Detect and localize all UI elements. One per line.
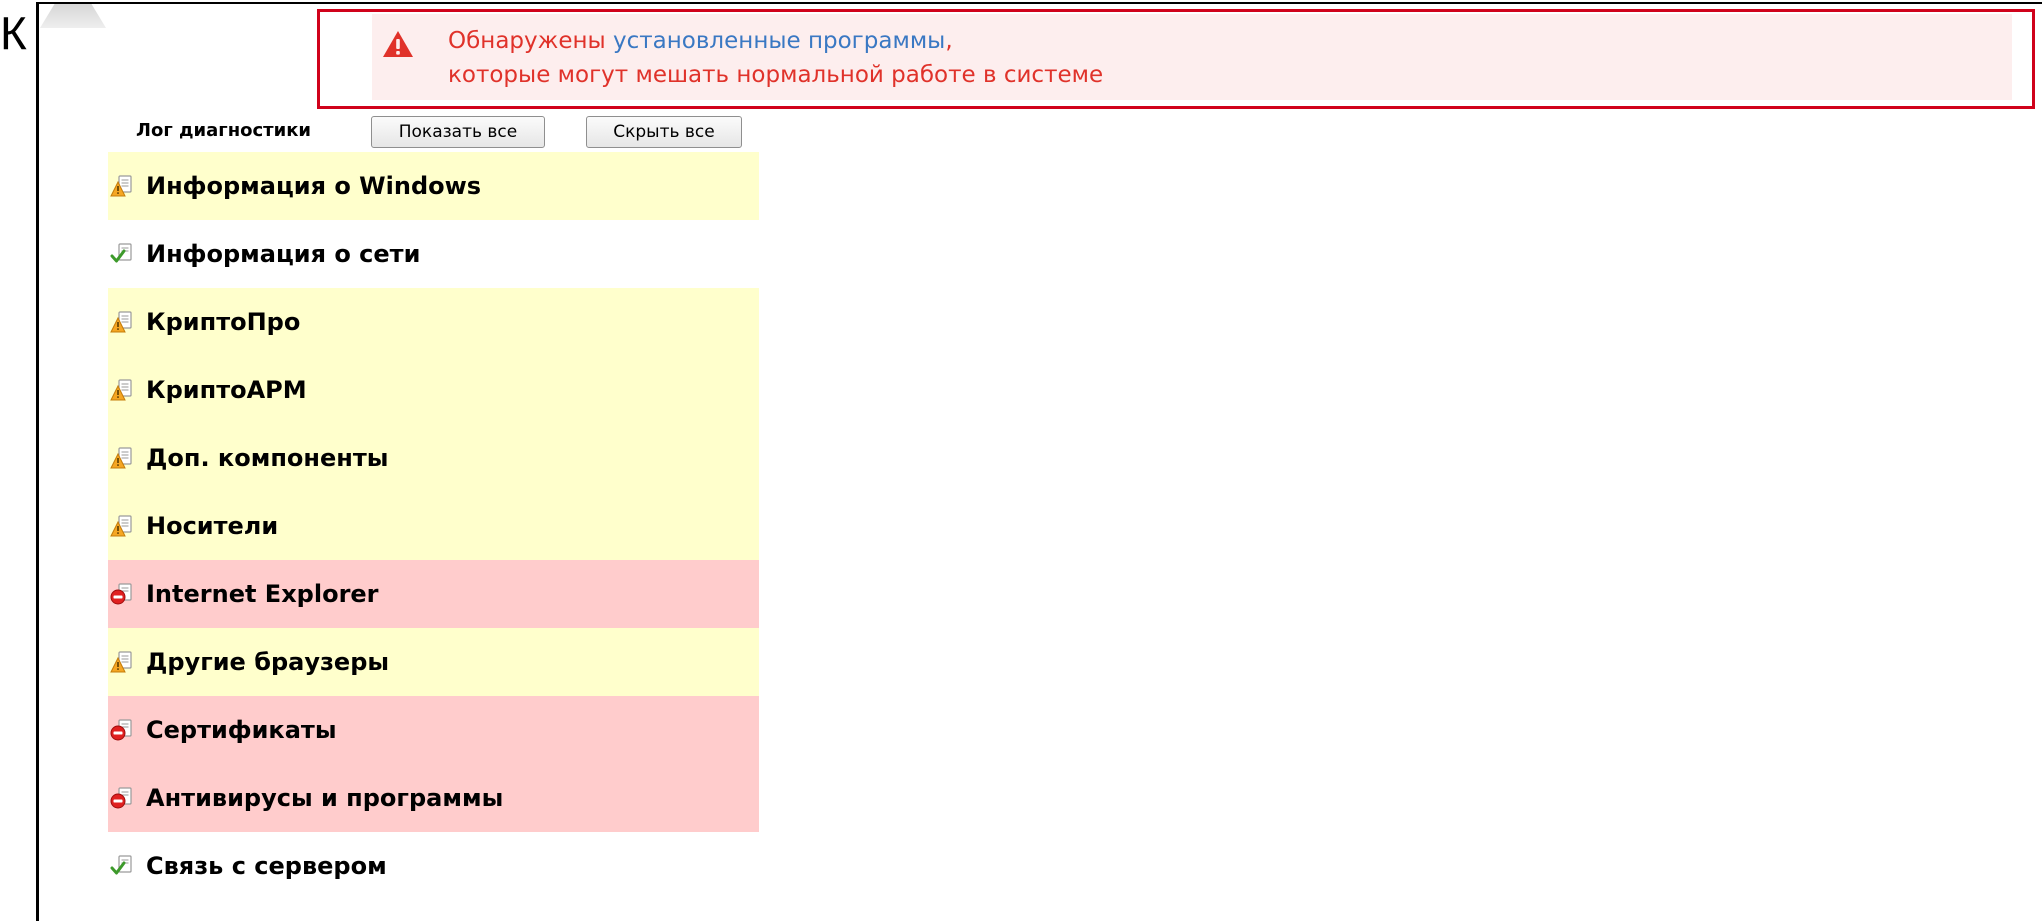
alert-suffix: , bbox=[945, 28, 953, 54]
section-label: Носители bbox=[146, 512, 279, 540]
error-document-icon bbox=[110, 582, 134, 606]
diagnostic-section-row[interactable]: КриптоАРМ bbox=[108, 356, 759, 424]
warning-document-icon bbox=[110, 650, 134, 674]
check-document-icon bbox=[110, 242, 134, 266]
diagnostic-section-row[interactable]: Информация о сети bbox=[108, 220, 759, 288]
diagnostic-section-row[interactable]: Антивирусы и программы bbox=[108, 764, 759, 832]
alert-message-line-1: Обнаружены установленные программы, bbox=[448, 28, 953, 54]
diagnostic-section-row[interactable]: Носители bbox=[108, 492, 759, 560]
diagnostic-section-row[interactable]: Сертификаты bbox=[108, 696, 759, 764]
error-document-icon bbox=[110, 786, 134, 810]
diagnostic-log-label: Лог диагностики bbox=[136, 120, 312, 141]
alert-prefix: Обнаружены bbox=[448, 28, 614, 54]
diagnostic-section-row[interactable]: Доп. компоненты bbox=[108, 424, 759, 492]
warning-document-icon bbox=[110, 310, 134, 334]
warning-document-icon bbox=[110, 174, 134, 198]
error-document-icon bbox=[110, 718, 134, 742]
section-label: КриптоПро bbox=[146, 308, 301, 336]
installed-programs-link[interactable]: установленные программы bbox=[613, 28, 945, 54]
check-document-icon bbox=[110, 854, 134, 878]
diagnostic-section-row[interactable]: Другие браузеры bbox=[108, 628, 759, 696]
frame-left-border bbox=[36, 2, 39, 921]
diagnostic-section-row[interactable]: Связь с сервером bbox=[108, 832, 759, 900]
section-label: Другие браузеры bbox=[146, 648, 390, 676]
section-label: Сертификаты bbox=[146, 716, 337, 744]
corner-tab bbox=[40, 4, 106, 28]
show-all-button[interactable]: Показать все bbox=[371, 116, 545, 148]
warning-document-icon bbox=[110, 378, 134, 402]
warning-document-icon bbox=[110, 446, 134, 470]
section-label: Internet Explorer bbox=[146, 580, 379, 608]
section-label: Доп. компоненты bbox=[146, 444, 389, 472]
section-label: Антивирусы и программы bbox=[146, 784, 504, 812]
warning-document-icon bbox=[110, 514, 134, 538]
diagnostic-section-list: Информация о Windows Информация о сети Кри… bbox=[108, 152, 759, 900]
section-label: Информация о сети bbox=[146, 240, 421, 268]
section-label: КриптоАРМ bbox=[146, 376, 307, 404]
alert-message-line-2: которые могут мешать нормальной работе в… bbox=[448, 62, 1104, 88]
stray-character: К bbox=[0, 7, 27, 59]
hide-all-button[interactable]: Скрыть все bbox=[586, 116, 742, 148]
section-label: Связь с сервером bbox=[146, 852, 387, 880]
frame-top-border bbox=[36, 2, 2042, 4]
diagnostic-section-row[interactable]: Информация о Windows bbox=[108, 152, 759, 220]
diagnostic-section-row[interactable]: КриптоПро bbox=[108, 288, 759, 356]
warning-triangle-icon bbox=[383, 31, 413, 57]
diagnostic-section-row[interactable]: Internet Explorer bbox=[108, 560, 759, 628]
section-label: Информация о Windows bbox=[146, 172, 482, 200]
